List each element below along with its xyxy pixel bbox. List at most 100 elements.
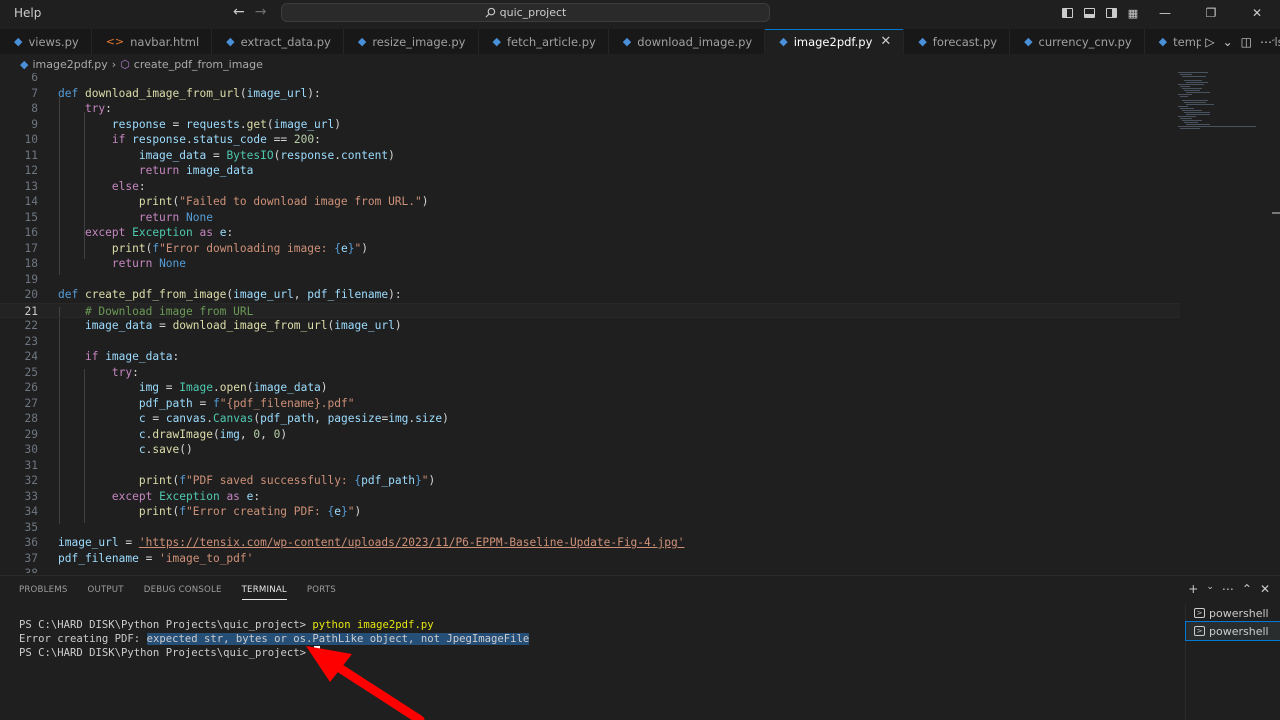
- line-number: 25: [24, 365, 38, 379]
- restore-button[interactable]: ❐: [1188, 0, 1234, 26]
- title-bar: Help ← → quic_project ▦ — ❐ ✕: [0, 0, 1280, 26]
- tab-fetch_article-py[interactable]: ◆ fetch_article.py: [479, 29, 609, 54]
- breadcrumb-file[interactable]: image2pdf.py: [32, 58, 107, 71]
- code-line[interactable]: 10 if response.status_code == 200:: [0, 132, 1180, 148]
- run-icon[interactable]: ▷: [1205, 35, 1214, 49]
- tab-image2pdf-py[interactable]: ◆ image2pdf.py ✕: [765, 29, 905, 54]
- chevron-down-icon[interactable]: ⌄: [1223, 35, 1233, 49]
- panel-tab-ports[interactable]: PORTS: [307, 585, 336, 600]
- code-line[interactable]: 27 pdf_path = f"{pdf_filename}.pdf": [0, 396, 1180, 412]
- line-number: 9: [31, 117, 38, 131]
- panel-tab-terminal[interactable]: TERMINAL: [241, 585, 287, 600]
- close-window-button[interactable]: ✕: [1234, 0, 1280, 26]
- new-terminal-icon[interactable]: +: [1188, 582, 1198, 596]
- maximize-panel-icon[interactable]: ⌃: [1242, 582, 1252, 596]
- terminal-list: > powershell > powershell: [1185, 604, 1280, 641]
- code-line[interactable]: 15 return None: [0, 210, 1180, 226]
- code-line[interactable]: 11 image_data = BytesIO(response.content…: [0, 148, 1180, 164]
- tab-currency_cnv-py[interactable]: ◆ currency_cnv.py: [1010, 29, 1145, 54]
- code-line[interactable]: 12 return image_data: [0, 163, 1180, 179]
- close-panel-icon[interactable]: ✕: [1260, 582, 1270, 596]
- code-line[interactable]: 34 print(f"Error creating PDF: {e}"): [0, 504, 1180, 520]
- code-line[interactable]: 21 # Download image from URL: [0, 302, 1180, 318]
- code-line[interactable]: 18 return None: [0, 256, 1180, 272]
- command-center-search[interactable]: quic_project: [281, 3, 770, 22]
- back-arrow-icon[interactable]: ←: [233, 4, 245, 20]
- customize-layout-icon[interactable]: ▦: [1124, 0, 1142, 26]
- tab-download_image-py[interactable]: ◆ download_image.py: [609, 29, 766, 54]
- code-line[interactable]: 29 c.drawImage(img, 0, 0): [0, 427, 1180, 443]
- code-text: print("Failed to download image from URL…: [138, 195, 429, 208]
- line-number: 22: [24, 319, 38, 332]
- tab-forecast-py[interactable]: ◆ forecast.py: [904, 29, 1011, 54]
- code-line[interactable]: 14 print("Failed to download image from …: [0, 194, 1180, 210]
- forward-arrow-icon[interactable]: →: [255, 4, 267, 20]
- line-number: 32: [24, 474, 38, 487]
- more-actions-icon[interactable]: ⋯: [1222, 582, 1234, 596]
- code-line[interactable]: 36 image_url = 'https://tensix.com/wp-con…: [0, 535, 1180, 551]
- code-line[interactable]: 37 pdf_filename = 'image_to_pdf': [0, 551, 1180, 567]
- tab-navbar-html[interactable]: <> navbar.html: [92, 29, 213, 54]
- minimap-line: [1182, 110, 1202, 111]
- code-line[interactable]: 7 def download_image_from_url(image_url):: [0, 86, 1180, 102]
- tab-views-py[interactable]: ◆ views.py: [0, 29, 92, 54]
- code-line[interactable]: 8 try:: [0, 101, 1180, 117]
- minimize-button[interactable]: —: [1142, 0, 1188, 26]
- minimap-line: [1180, 118, 1192, 119]
- more-actions-icon[interactable]: ⋯: [1260, 35, 1272, 49]
- minimap-line: [1180, 86, 1190, 87]
- minimap-line: [1186, 124, 1210, 125]
- python-icon: ◆: [226, 35, 235, 48]
- code-line[interactable]: 35: [0, 520, 1180, 536]
- scrollbar[interactable]: [1272, 212, 1280, 214]
- code-line[interactable]: 22 image_data = download_image_from_url(…: [0, 318, 1180, 334]
- code-editor[interactable]: 6 7 def download_image_from_url(image_url)…: [0, 73, 1280, 573]
- code-line[interactable]: 23: [0, 334, 1180, 350]
- workspace-name: quic_project: [499, 6, 567, 19]
- toggle-primary-sidebar-icon[interactable]: [1058, 0, 1076, 26]
- panel-tab-debug-console[interactable]: DEBUG CONSOLE: [144, 585, 222, 600]
- minimap-line: [1182, 76, 1206, 77]
- toggle-panel-icon[interactable]: [1080, 0, 1098, 26]
- minimap-line: [1186, 82, 1208, 83]
- code-line[interactable]: 25 try:: [0, 365, 1180, 381]
- breadcrumb-symbol[interactable]: create_pdf_from_image: [134, 58, 263, 71]
- code-line[interactable]: 24 if image_data:: [0, 349, 1180, 365]
- toggle-secondary-sidebar-icon[interactable]: [1102, 0, 1120, 26]
- terminal-item[interactable]: > powershell: [1185, 621, 1280, 641]
- menu-help[interactable]: Help: [14, 6, 41, 20]
- code-line[interactable]: 16 except Exception as e:: [0, 225, 1180, 241]
- tab-extract_data-py[interactable]: ◆ extract_data.py: [212, 29, 344, 54]
- code-text: return None: [111, 257, 187, 270]
- panel-tab-problems[interactable]: PROBLEMS: [19, 585, 68, 600]
- tab-resize_image-py[interactable]: ◆ resize_image.py: [344, 29, 479, 54]
- split-editor-icon[interactable]: ◫: [1241, 35, 1252, 49]
- code-line[interactable]: 6: [0, 73, 1180, 86]
- code-line[interactable]: 31: [0, 458, 1180, 474]
- code-line[interactable]: 26 img = Image.open(image_data): [0, 380, 1180, 396]
- code-line[interactable]: 38: [0, 566, 1180, 573]
- code-line[interactable]: 13 else:: [0, 179, 1180, 195]
- minimap-line: [1182, 88, 1202, 89]
- chevron-right-icon: ›: [111, 57, 117, 71]
- minimap-line: [1180, 108, 1194, 109]
- code-line[interactable]: 33 except Exception as e:: [0, 489, 1180, 505]
- minimap[interactable]: [1178, 70, 1274, 150]
- terminal-prompt: PS C:\HARD DISK\Python Projects\quic_pro…: [19, 647, 313, 659]
- code-line[interactable]: 9 response = requests.get(image_url): [0, 117, 1180, 133]
- code-text: image_data = BytesIO(response.content): [138, 148, 395, 162]
- tab-label: views.py: [28, 34, 79, 49]
- code-line[interactable]: 28 c = canvas.Canvas(pdf_path, pagesize=…: [0, 411, 1180, 427]
- python-icon: ◆: [779, 35, 788, 48]
- code-line[interactable]: 20 def create_pdf_from_image(image_url, p…: [0, 287, 1180, 303]
- panel-tab-output[interactable]: OUTPUT: [88, 585, 124, 600]
- chevron-down-icon[interactable]: ⌄: [1206, 582, 1214, 596]
- code-line[interactable]: 32 print(f"PDF saved successfully: {pdf_…: [0, 473, 1180, 489]
- close-icon[interactable]: ✕: [880, 34, 891, 49]
- code-line[interactable]: 19: [0, 272, 1180, 288]
- line-number: 34: [24, 505, 38, 518]
- terminal-output[interactable]: PS C:\HARD DISK\Python Projects\quic_pro…: [19, 618, 530, 660]
- terminal-item[interactable]: > powershell: [1186, 604, 1280, 622]
- code-line[interactable]: 30 c.save(): [0, 442, 1180, 458]
- code-line[interactable]: 17 print(f"Error downloading image: {e}"…: [0, 241, 1180, 257]
